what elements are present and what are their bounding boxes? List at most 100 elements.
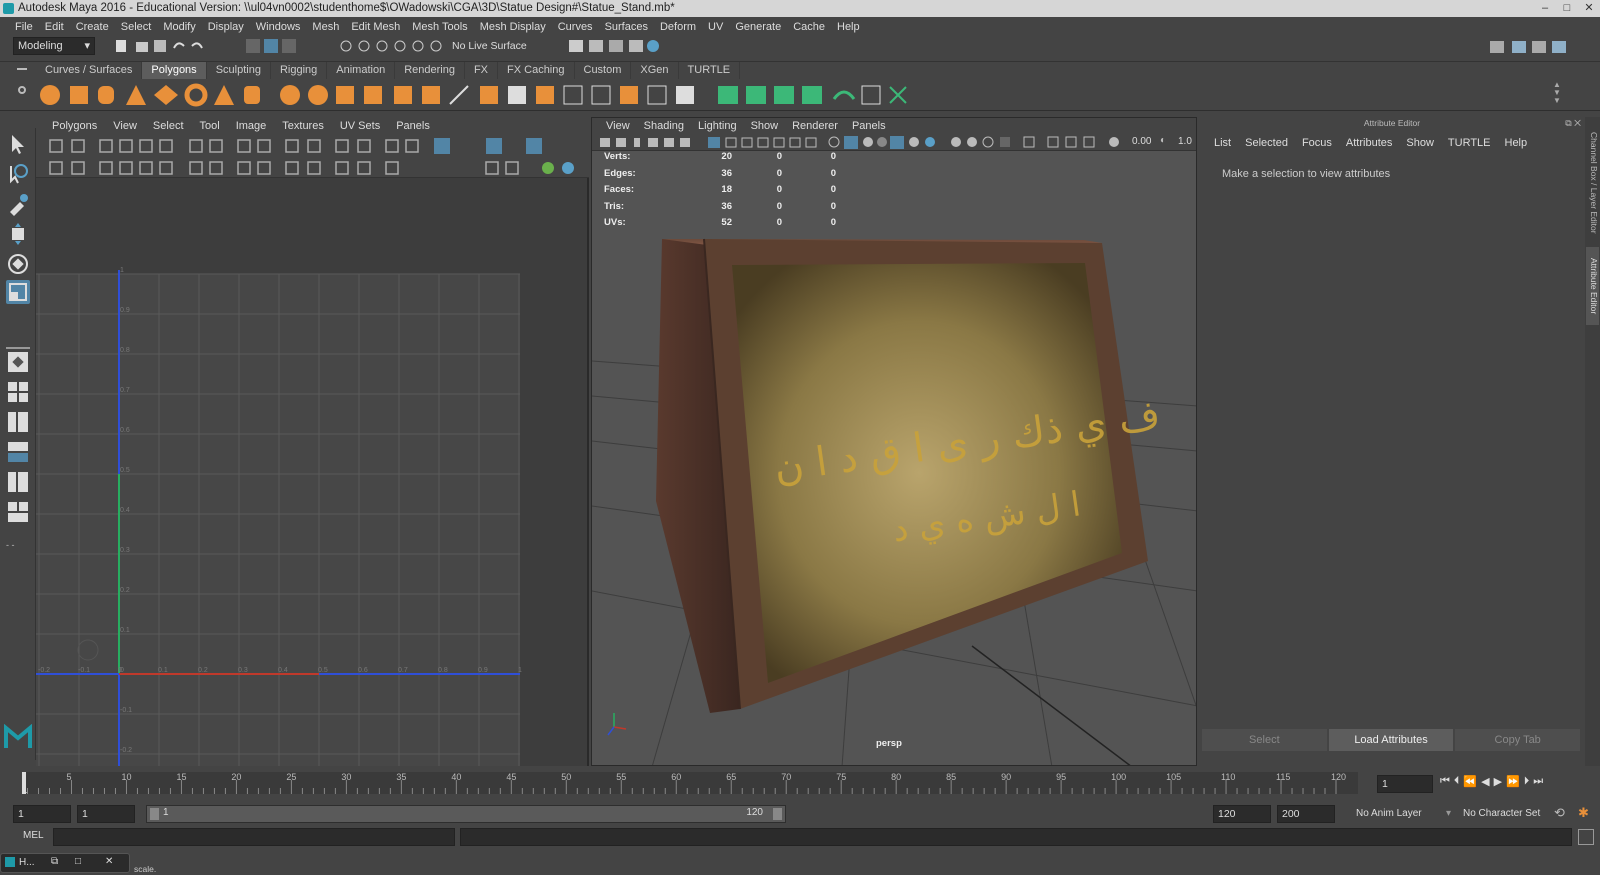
menu-surfaces[interactable]: Surfaces [599, 21, 654, 33]
maximize-button[interactable]: □ [1556, 0, 1578, 17]
attr-menu-focus[interactable]: Focus [1295, 137, 1339, 149]
mel-input[interactable] [53, 828, 455, 846]
shelf-menu-gear[interactable] [13, 64, 31, 112]
attr-menu-list[interactable]: List [1207, 137, 1238, 149]
time-slider-track[interactable]: 5 10 15 20 25 30 35 40 45 50 55 60 65 70 75 80 85 90 95 100… [22, 772, 1358, 794]
menu-uv[interactable]: UV [702, 21, 729, 33]
step-forward-frame-icon[interactable]: ⏵ [1524, 775, 1530, 788]
uv-menu-tool[interactable]: Tool [192, 120, 228, 132]
viewport-scene[interactable]: ف ي ذك ر ى ا ق د ا ن ا ل ش ه ي د [592, 151, 1197, 766]
step-back-frame-icon[interactable]: ⏴ [1454, 775, 1460, 788]
tab-rigging[interactable]: Rigging [271, 62, 328, 79]
play-forwards-icon[interactable]: ▶ [1494, 775, 1502, 788]
uv-menu-select[interactable]: Select [145, 120, 192, 132]
tab-fx[interactable]: FX [465, 62, 499, 79]
range-slider-bar[interactable]: 1 120 [146, 805, 786, 823]
menu-windows[interactable]: Windows [250, 21, 307, 33]
uv-menu-polygons[interactable]: Polygons [44, 120, 105, 132]
mel-label[interactable]: MEL [23, 830, 44, 841]
attr-menu-selected[interactable]: Selected [1238, 137, 1295, 149]
uv-menu-panels[interactable]: Panels [388, 120, 438, 132]
vp-menu-shading[interactable]: Shading [637, 120, 691, 132]
auto-key-icon[interactable]: ⟲ [1554, 805, 1565, 821]
attr-menu-turtle[interactable]: TURTLE [1441, 137, 1498, 149]
current-frame-field[interactable]: 1 [1377, 775, 1433, 793]
lasso-tool-icon[interactable] [6, 162, 30, 186]
menu-modify[interactable]: Modify [157, 21, 201, 33]
animation-preferences-icon[interactable]: ✱ [1578, 805, 1589, 821]
step-forward-key-icon[interactable]: ⏩ [1506, 775, 1520, 788]
shelf-scroll-arrows[interactable]: ▲ ▼ ▼ [1550, 81, 1564, 107]
play-backwards-icon[interactable]: ◀ [1481, 775, 1489, 788]
menu-edit-mesh[interactable]: Edit Mesh [345, 21, 406, 33]
close-panel-icon[interactable]: ✕ [1574, 118, 1581, 128]
script-editor-icon[interactable] [1578, 829, 1594, 845]
tab-sculpting[interactable]: Sculpting [207, 62, 271, 79]
menu-mesh-tools[interactable]: Mesh Tools [406, 21, 473, 33]
go-to-end-icon[interactable]: ⏭ [1533, 775, 1543, 788]
menu-set-dropdown[interactable]: Modeling ▾ [13, 37, 95, 55]
float-panel-icon[interactable]: ⧉ [1565, 118, 1571, 128]
gamma-value[interactable]: 1.0 [1178, 136, 1192, 147]
animation-start-field[interactable]: 1 [13, 805, 71, 823]
more-layouts-icon[interactable]: - - [6, 540, 15, 550]
menu-cache[interactable]: Cache [787, 21, 831, 33]
menu-mesh[interactable]: Mesh [306, 21, 345, 33]
hypershade-layout-icon[interactable] [6, 470, 30, 494]
uv-menu-view[interactable]: View [105, 120, 145, 132]
tab-turtle[interactable]: TURTLE [679, 62, 741, 79]
vp-menu-view[interactable]: View [599, 120, 637, 132]
tab-animation[interactable]: Animation [327, 62, 396, 79]
attr-menu-show[interactable]: Show [1399, 137, 1441, 149]
exposure-value[interactable]: 0.00 [1132, 136, 1151, 147]
close-window-icon[interactable]: ✕ [105, 856, 113, 867]
menu-help[interactable]: Help [831, 21, 866, 33]
character-set-dropdown[interactable]: No Character Set [1463, 805, 1555, 823]
attr-menu-help[interactable]: Help [1498, 137, 1535, 149]
uv-menu-image[interactable]: Image [228, 120, 275, 132]
maximize-window-icon[interactable]: □ [75, 856, 81, 867]
uv-grid-canvas[interactable]: 1 0.9 0.8 0.7 0.6 0.5 0.4 0.3 0.2 0.1 0 -0.1 -0.2 -0… [36, 178, 589, 766]
scale-tool-icon[interactable] [6, 280, 30, 304]
range-start-handle[interactable] [150, 808, 159, 820]
vp-menu-renderer[interactable]: Renderer [785, 120, 845, 132]
perspective-viewport[interactable]: View Shading Lighting Show Renderer Pane… [591, 117, 1197, 766]
uv-menu-uv-sets[interactable]: UV Sets [332, 120, 388, 132]
tab-polygons[interactable]: Polygons [142, 62, 207, 79]
tab-rendering[interactable]: Rendering [395, 62, 465, 79]
tab-attribute-editor[interactable]: Attribute Editor [1586, 247, 1599, 325]
restore-window-icon[interactable]: ⧉ [51, 856, 58, 867]
playback-start-field[interactable]: 1 [77, 805, 135, 823]
menu-edit[interactable]: Edit [39, 21, 70, 33]
animation-end-field[interactable]: 200 [1277, 805, 1335, 823]
step-back-key-icon[interactable]: ⏪ [1463, 775, 1477, 788]
menu-display[interactable]: Display [202, 21, 250, 33]
vp-menu-panels[interactable]: Panels [845, 120, 893, 132]
menu-mesh-display[interactable]: Mesh Display [474, 21, 552, 33]
copy-tab-button[interactable]: Copy Tab [1455, 729, 1581, 751]
range-end-handle[interactable] [773, 808, 782, 820]
menu-file[interactable]: File [9, 21, 39, 33]
menu-select[interactable]: Select [115, 21, 158, 33]
playback-end-field[interactable]: 120 [1213, 805, 1271, 823]
menu-generate[interactable]: Generate [729, 21, 787, 33]
move-tool-icon[interactable] [6, 222, 30, 246]
minimize-button[interactable]: – [1534, 0, 1556, 17]
persp-graph-layout-icon[interactable] [6, 440, 30, 464]
tab-xgen[interactable]: XGen [631, 62, 679, 79]
tab-channel-box[interactable]: Channel Box / Layer Editor [1586, 127, 1599, 239]
uv-layout-icon[interactable] [6, 500, 30, 524]
minimized-window-tab[interactable]: H... ⧉ □ ✕ [0, 853, 130, 873]
tab-fx-caching[interactable]: FX Caching [498, 62, 575, 79]
tab-custom[interactable]: Custom [575, 62, 632, 79]
tab-curves-surfaces[interactable]: Curves / Surfaces [36, 62, 143, 79]
paint-select-tool-icon[interactable] [6, 192, 30, 216]
menu-deform[interactable]: Deform [654, 21, 702, 33]
single-perspective-layout-icon[interactable] [6, 350, 30, 374]
four-view-layout-icon[interactable] [6, 380, 30, 404]
anim-layer-dropdown[interactable]: No Anim Layer ▾ [1356, 805, 1453, 823]
load-attributes-button[interactable]: Load Attributes [1328, 729, 1454, 751]
menu-curves[interactable]: Curves [552, 21, 599, 33]
vp-menu-show[interactable]: Show [744, 120, 786, 132]
menu-create[interactable]: Create [70, 21, 115, 33]
